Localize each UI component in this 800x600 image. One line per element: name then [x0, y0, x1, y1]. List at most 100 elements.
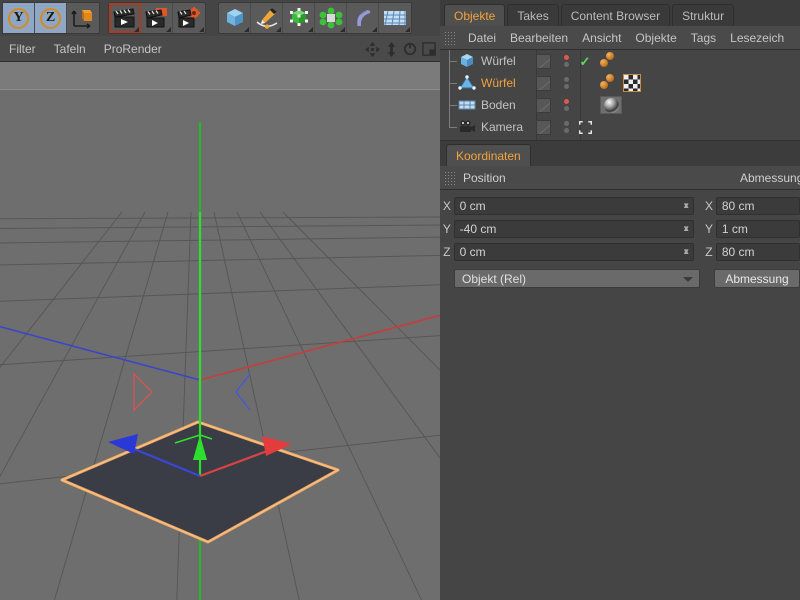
- zoom-icon[interactable]: [385, 41, 398, 57]
- visibility-dots[interactable]: [558, 55, 574, 67]
- editor-visibility-dot[interactable]: [563, 55, 569, 60]
- spline-pen-button[interactable]: [251, 3, 283, 33]
- visibility-swatch-icon[interactable]: [535, 119, 551, 135]
- tags-cell[interactable]: [596, 52, 800, 70]
- visibility-dots[interactable]: [558, 77, 574, 89]
- world-grid: [0, 211, 440, 600]
- render-settings-button[interactable]: [173, 3, 205, 33]
- tab-objekte[interactable]: Objekte: [444, 4, 506, 26]
- render-view-button[interactable]: [109, 3, 141, 33]
- viewport-menu-prorender[interactable]: ProRender: [95, 36, 171, 62]
- world-axis-z-positive: [0, 325, 201, 381]
- axis-label-y-dimension: Y: [704, 222, 713, 236]
- dimension-y-input[interactable]: 1 cm: [715, 220, 800, 238]
- viewport-menu-filter[interactable]: Filter: [0, 36, 45, 62]
- material-checker-tag[interactable]: [623, 74, 641, 92]
- render-to-picture-viewer-button[interactable]: [141, 3, 173, 33]
- rotate-icon[interactable]: [403, 42, 417, 56]
- tree-line: [449, 105, 457, 106]
- object-manager-tabbar: Objekte Takes Content Browser Struktur: [440, 0, 800, 26]
- object-tree-cell: Kamera: [440, 116, 528, 138]
- visibility-dots[interactable]: [558, 121, 574, 133]
- object-tree-cell: Würfel: [440, 72, 528, 94]
- dimension-x-input[interactable]: 80 cm: [715, 197, 800, 215]
- tab-koordinaten[interactable]: Koordinaten: [446, 144, 531, 166]
- tags-cell[interactable]: [596, 74, 800, 92]
- object-world-axis-icon: [71, 10, 92, 29]
- axis-z-toggle[interactable]: Z: [35, 3, 67, 33]
- phong-tag[interactable]: [600, 74, 620, 92]
- dimension-z-input[interactable]: 80 cm: [715, 243, 800, 261]
- table-row[interactable]: Würfel: [440, 72, 800, 94]
- drag-grip-icon[interactable]: [444, 30, 456, 45]
- generator-button[interactable]: [283, 3, 315, 33]
- viewport-menu-tafeln[interactable]: Tafeln: [45, 36, 95, 62]
- coordinate-mode-dropdown[interactable]: Objekt (Rel): [454, 269, 700, 288]
- tab-struktur[interactable]: Struktur: [672, 4, 735, 26]
- editor-visibility-dot[interactable]: [563, 121, 569, 126]
- table-row[interactable]: Würfel ✓: [440, 50, 800, 72]
- pan-icon[interactable]: [365, 41, 380, 57]
- clapperboard-gear-icon: [177, 7, 200, 28]
- visibility-cell[interactable]: [528, 119, 558, 135]
- tree-line: [449, 61, 457, 62]
- object-manager-list[interactable]: Würfel ✓ Würfel Boden Kamera: [440, 50, 800, 140]
- dimension-z-value: 80 cm: [721, 245, 755, 259]
- object-enabled-cell[interactable]: ✓: [574, 55, 596, 68]
- phong-tag[interactable]: [600, 52, 620, 70]
- position-z-input[interactable]: 0 cm ▲ ▼: [453, 243, 695, 261]
- visibility-swatch-icon[interactable]: [535, 75, 551, 91]
- editor-visibility-dot[interactable]: [563, 77, 569, 82]
- om-menu-datei[interactable]: Datei: [461, 31, 503, 45]
- purple-bend-icon: [356, 10, 370, 26]
- dimension-y-value: 1 cm: [721, 222, 748, 236]
- visibility-cell[interactable]: [528, 75, 558, 91]
- om-menu-tags[interactable]: Tags: [684, 31, 723, 45]
- layout-icon[interactable]: [422, 42, 436, 56]
- axis-label-z-position: Z: [443, 245, 451, 259]
- editor-visibility-dot[interactable]: [563, 99, 569, 104]
- chrome-sphere-icon: [603, 97, 619, 113]
- perspective-viewport[interactable]: [0, 62, 440, 600]
- visibility-swatch-icon[interactable]: [535, 53, 551, 69]
- render-visibility-dot[interactable]: [563, 62, 569, 67]
- tab-content-browser[interactable]: Content Browser: [560, 4, 671, 26]
- om-menu-lesezeichen[interactable]: Lesezeich: [723, 31, 791, 45]
- table-row[interactable]: Boden: [440, 94, 800, 116]
- position-x-input[interactable]: 0 cm ▲ ▼: [453, 197, 695, 215]
- visibility-dots[interactable]: [558, 99, 574, 111]
- button-corner-marker: [372, 27, 377, 32]
- primitive-cube-button[interactable]: [219, 3, 251, 33]
- material-chrome-tag[interactable]: [600, 96, 622, 114]
- visibility-swatch-icon[interactable]: [535, 97, 551, 113]
- environment-button[interactable]: [379, 3, 411, 33]
- visibility-cell[interactable]: [528, 97, 558, 113]
- grid-floor-icon: [384, 10, 406, 26]
- axis-label-x-position: X: [442, 199, 451, 213]
- table-row[interactable]: Kamera: [440, 116, 800, 138]
- om-menu-bearbeiten[interactable]: Bearbeiten: [503, 31, 575, 45]
- render-visibility-dot[interactable]: [563, 84, 569, 89]
- axis-y-toggle[interactable]: Y: [3, 3, 35, 33]
- mograph-cloner-button[interactable]: [315, 3, 347, 33]
- tab-takes[interactable]: Takes: [507, 4, 559, 26]
- world-object-coordinates-toggle[interactable]: [67, 3, 99, 33]
- render-visibility-dot[interactable]: [563, 106, 569, 111]
- visibility-cell[interactable]: [528, 53, 558, 69]
- object-label: Würfel: [481, 76, 516, 90]
- deformer-bend-button[interactable]: [347, 3, 379, 33]
- render-visibility-dot[interactable]: [563, 128, 569, 133]
- button-corner-marker: [244, 27, 249, 32]
- object-label: Würfel: [481, 54, 516, 68]
- tree-line: [449, 116, 450, 127]
- position-y-input[interactable]: -40 cm ▲ ▼: [453, 220, 695, 238]
- om-menu-ansicht[interactable]: Ansicht: [575, 31, 628, 45]
- om-menu-objekte[interactable]: Objekte: [628, 31, 683, 45]
- world-axis-x-positive: [199, 314, 440, 381]
- apply-dimension-button[interactable]: Abmessung: [714, 269, 800, 288]
- tags-cell[interactable]: [596, 96, 800, 114]
- apply-dimension-label: Abmessung: [725, 271, 789, 286]
- object-enabled-cell[interactable]: [574, 120, 596, 134]
- drag-grip-icon[interactable]: [444, 170, 456, 185]
- object-tree-cell: Boden: [440, 94, 528, 116]
